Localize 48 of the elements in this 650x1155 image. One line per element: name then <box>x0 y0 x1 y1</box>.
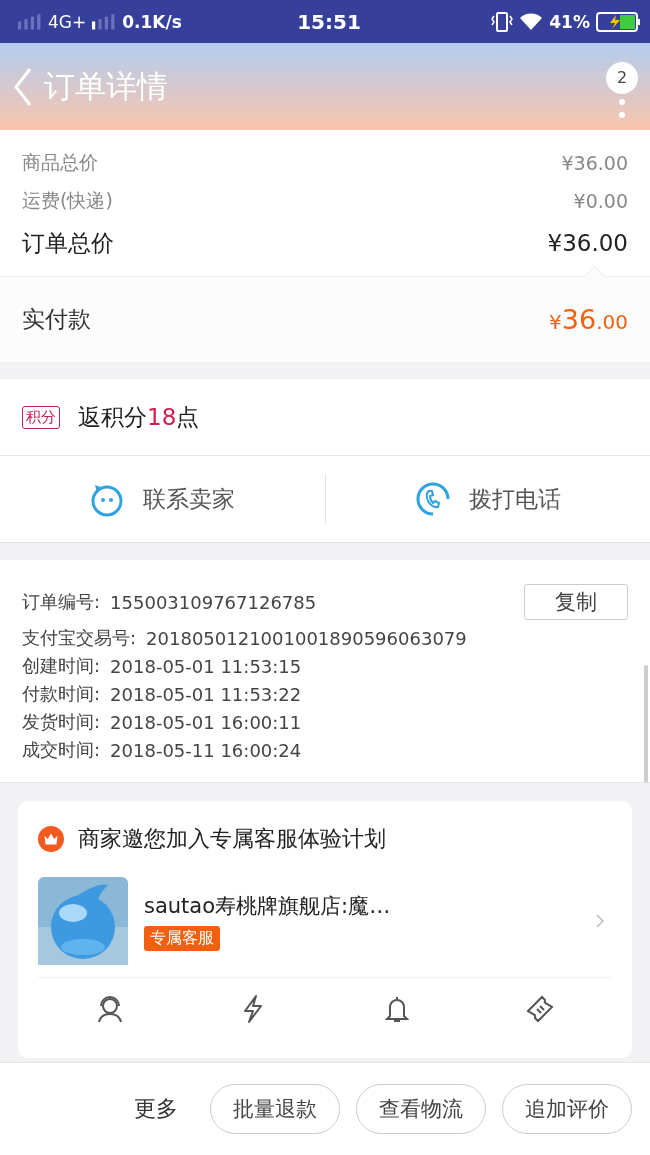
page-title: 订单详情 <box>44 66 168 106</box>
info-value: 2018-05-11 16:00:24 <box>110 739 302 761</box>
vibrate-icon <box>491 11 514 32</box>
signal-icon <box>18 13 42 30</box>
price-label: 订单总价 <box>22 228 114 258</box>
price-value: ¥0.00 <box>573 190 628 212</box>
points-text: 返积分18点 <box>78 402 200 432</box>
action-button[interactable]: 查看物流 <box>356 1084 486 1134</box>
paid-label: 实付款 <box>22 305 91 334</box>
contact-button[interactable]: 拨打电话 <box>325 456 650 542</box>
shop-row[interactable]: sautao寿桃牌旗舰店:魔… 专属客服 <box>38 877 612 978</box>
card-title: 商家邀您加入专属客服体验计划 <box>78 825 386 853</box>
network-type: 4G+ <box>48 11 87 32</box>
price-value: ¥36.00 <box>561 152 628 174</box>
shop-name: sautao寿桃牌旗舰店:魔… <box>144 892 391 920</box>
signal-icon <box>92 13 117 30</box>
notification-badge: 2 <box>606 61 638 94</box>
price-value: ¥36.00 <box>547 230 628 256</box>
copy-button[interactable]: 复制 <box>524 584 628 620</box>
info-value: 2018-05-01 16:00:11 <box>110 711 302 733</box>
more-link[interactable]: 更多 <box>134 1094 178 1124</box>
info-value: 155003109767126785 <box>110 591 317 613</box>
battery-icon <box>596 11 640 32</box>
ticket-icon[interactable] <box>525 994 556 1024</box>
info-label: 发货时间: <box>22 710 101 734</box>
price-label: 运费(快递) <box>22 188 113 213</box>
points-tag: 积分 <box>22 405 60 429</box>
service-tag: 专属客服 <box>144 925 220 951</box>
info-label: 支付宝交易号: <box>22 626 137 650</box>
info-label: 成交时间: <box>22 738 101 762</box>
info-value: 2018050121001001890596063079 <box>146 627 467 649</box>
info-value: 2018-05-01 11:53:15 <box>110 655 302 677</box>
wifi-icon <box>519 11 544 32</box>
info-value: 2018-05-01 11:53:22 <box>110 683 302 705</box>
crown-icon <box>38 826 64 852</box>
price-label: 商品总价 <box>22 150 98 175</box>
clock: 15:51 <box>297 9 361 34</box>
chevron-icon <box>596 914 604 928</box>
action-button[interactable]: 批量退款 <box>210 1084 340 1134</box>
info-label: 付款时间: <box>22 682 101 706</box>
contact-button[interactable]: 联系卖家 <box>0 456 325 542</box>
phone-icon <box>414 481 451 517</box>
network-speed: 0.1K/s <box>122 11 182 32</box>
action-button[interactable]: 追加评价 <box>502 1084 632 1134</box>
battery-percent: 41% <box>549 11 590 32</box>
info-label: 订单编号: <box>22 590 101 614</box>
info-label: 创建时间: <box>22 654 101 678</box>
paid-amount: ¥36.00 <box>549 304 628 335</box>
